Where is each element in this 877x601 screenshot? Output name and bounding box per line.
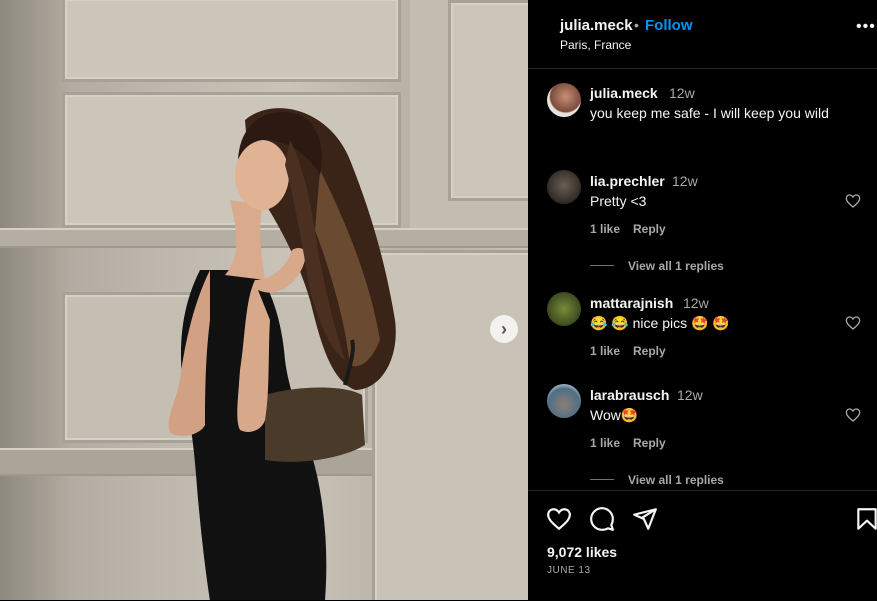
post-photo: ›	[0, 0, 528, 600]
share-icon[interactable]	[632, 506, 658, 532]
comment-like-count[interactable]: 1 like	[590, 436, 620, 450]
post-actions: 9,072 likes JUNE 13	[528, 490, 877, 601]
comment-text: Wow🤩	[590, 407, 639, 423]
comment-icon[interactable]	[589, 506, 615, 532]
post-modal: › julia.meck • Follow Paris, France ••• …	[0, 0, 877, 600]
carousel-next-button[interactable]: ›	[490, 315, 518, 343]
replies-divider	[590, 479, 614, 480]
post-header: julia.meck • Follow Paris, France •••	[528, 0, 877, 69]
avatar[interactable]	[547, 292, 581, 326]
post-sidebar: julia.meck • Follow Paris, France ••• ju…	[528, 0, 877, 600]
avatar[interactable]	[547, 384, 581, 418]
heart-icon[interactable]	[845, 407, 861, 423]
avatar[interactable]	[547, 170, 581, 204]
comment-like-count[interactable]: 1 like	[590, 344, 620, 358]
follow-button[interactable]: Follow	[645, 17, 693, 34]
bookmark-icon[interactable]	[854, 506, 877, 532]
reply-button[interactable]: Reply	[633, 436, 666, 450]
comment-username[interactable]: lia.prechler	[590, 173, 665, 189]
author-username[interactable]: julia.meck	[560, 17, 633, 34]
comment-timestamp[interactable]: 12w	[677, 387, 703, 403]
reply-button[interactable]: Reply	[633, 222, 666, 236]
woman-figure	[168, 108, 396, 600]
chevron-right-icon: ›	[501, 318, 507, 339]
view-replies-button[interactable]: View all 1 replies	[628, 473, 724, 487]
comment-timestamp[interactable]: 12w	[683, 295, 709, 311]
post-date[interactable]: JUNE 13	[547, 565, 591, 576]
reply-button[interactable]: Reply	[633, 344, 666, 358]
comment-text: Pretty <3	[590, 193, 647, 209]
comment-like-count[interactable]: 1 like	[590, 222, 620, 236]
likes-count[interactable]: 9,072 likes	[547, 544, 617, 560]
separator-dot: •	[634, 17, 639, 33]
comment-username[interactable]: larabrausch	[590, 387, 669, 403]
heart-icon[interactable]	[845, 193, 861, 209]
heart-icon[interactable]	[845, 315, 861, 331]
caption-username[interactable]: julia.meck	[590, 85, 658, 101]
caption-timestamp[interactable]: 12w	[669, 85, 695, 101]
view-replies-button[interactable]: View all 1 replies	[628, 259, 724, 273]
post-location[interactable]: Paris, France	[560, 38, 631, 52]
caption-text: you keep me safe - I will keep you wild	[590, 105, 829, 121]
heart-icon[interactable]	[546, 506, 572, 532]
comment-username[interactable]: mattarajnish	[590, 295, 673, 311]
replies-divider	[590, 265, 614, 266]
more-icon[interactable]: •••	[856, 18, 876, 36]
avatar[interactable]	[547, 83, 581, 117]
comment-timestamp[interactable]: 12w	[672, 173, 698, 189]
comment-text: 😂 😂 nice pics 🤩 🤩	[590, 315, 730, 331]
